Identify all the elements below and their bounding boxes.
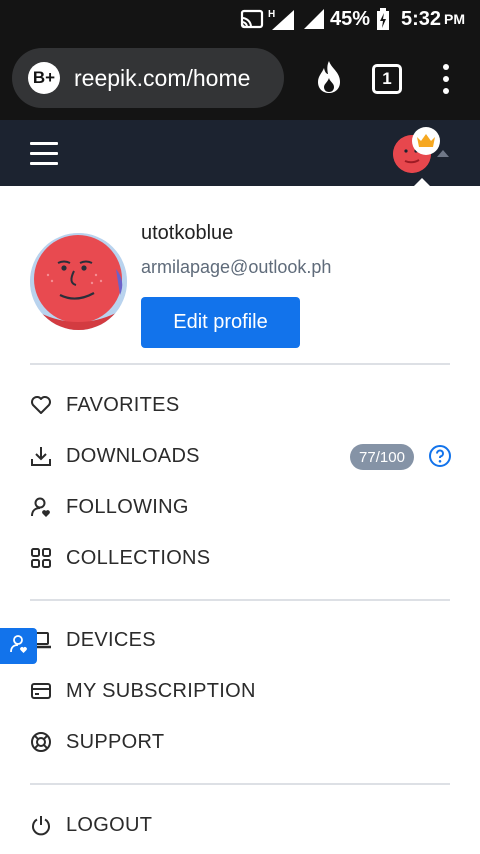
credit-card-icon: [30, 680, 52, 702]
battery-percent: 45%: [330, 7, 371, 30]
user-follow-icon: [9, 634, 29, 659]
menu-item-devices[interactable]: DEVICES: [30, 618, 450, 662]
browser-toolbar: B+ reepik.com/home 1: [0, 38, 480, 120]
floating-follow-button[interactable]: [0, 628, 37, 664]
clock: 5:32 PM: [401, 0, 465, 38]
menu-label-favorites: FAVORITES: [66, 393, 180, 416]
dropdown-pointer: [413, 178, 431, 187]
signal-h-icon: H: [268, 0, 296, 38]
menu-label-support: SUPPORT: [66, 730, 165, 753]
profile-avatar[interactable]: [30, 233, 127, 330]
menu-label-collections: COLLECTIONS: [66, 546, 211, 569]
site-header: [0, 120, 480, 186]
url-bar[interactable]: B+ reepik.com/home: [12, 48, 284, 108]
menu-item-following[interactable]: FOLLOWING: [30, 485, 450, 529]
browser-menu-icon[interactable]: [436, 64, 456, 94]
svg-text:H: H: [268, 9, 275, 20]
menu-label-devices: DEVICES: [66, 628, 156, 651]
divider: [30, 599, 450, 601]
menu-label-following: FOLLOWING: [66, 495, 189, 518]
menu-item-favorites[interactable]: FAVORITES: [30, 383, 450, 427]
menu-label-downloads: DOWNLOADS: [66, 444, 200, 467]
help-icon[interactable]: [428, 444, 452, 468]
email: armilapage@outlook.ph: [141, 257, 332, 277]
url-text[interactable]: reepik.com/home: [74, 48, 279, 108]
signal-icon: [302, 0, 326, 38]
downloads-quota-badge: 77/100: [350, 444, 414, 470]
status-bar: H 45% 5:32 PM: [0, 0, 480, 38]
menu-label-logout: LOGOUT: [66, 813, 153, 836]
caret-up-icon[interactable]: [437, 150, 449, 157]
lifebuoy-icon: [30, 731, 52, 753]
clock-time: 5:32: [401, 7, 442, 30]
power-icon: [30, 814, 52, 836]
user-heart-icon: [30, 496, 52, 518]
menu-item-collections[interactable]: COLLECTIONS: [30, 536, 450, 580]
site-badge-icon: B+: [28, 62, 60, 94]
menu-item-support[interactable]: SUPPORT: [30, 720, 450, 764]
cast-icon: [240, 0, 264, 38]
download-icon: [30, 445, 52, 467]
username: utotkoblue: [141, 222, 234, 244]
menu-item-logout[interactable]: LOGOUT: [30, 803, 450, 847]
divider: [30, 363, 450, 365]
heart-icon: [30, 394, 52, 416]
menu-item-subscription[interactable]: MY SUBSCRIPTION: [30, 669, 450, 713]
battery-charging-icon: [376, 0, 390, 38]
hamburger-menu-icon[interactable]: [30, 142, 60, 166]
divider: [30, 783, 450, 785]
flame-icon[interactable]: [314, 60, 344, 99]
clock-suffix: PM: [444, 11, 466, 27]
crown-icon: [412, 127, 440, 155]
tab-switcher-button[interactable]: 1: [372, 64, 402, 94]
menu-label-subscription: MY SUBSCRIPTION: [66, 679, 256, 702]
grid-icon: [30, 547, 52, 569]
edit-profile-button[interactable]: Edit profile: [141, 297, 300, 348]
